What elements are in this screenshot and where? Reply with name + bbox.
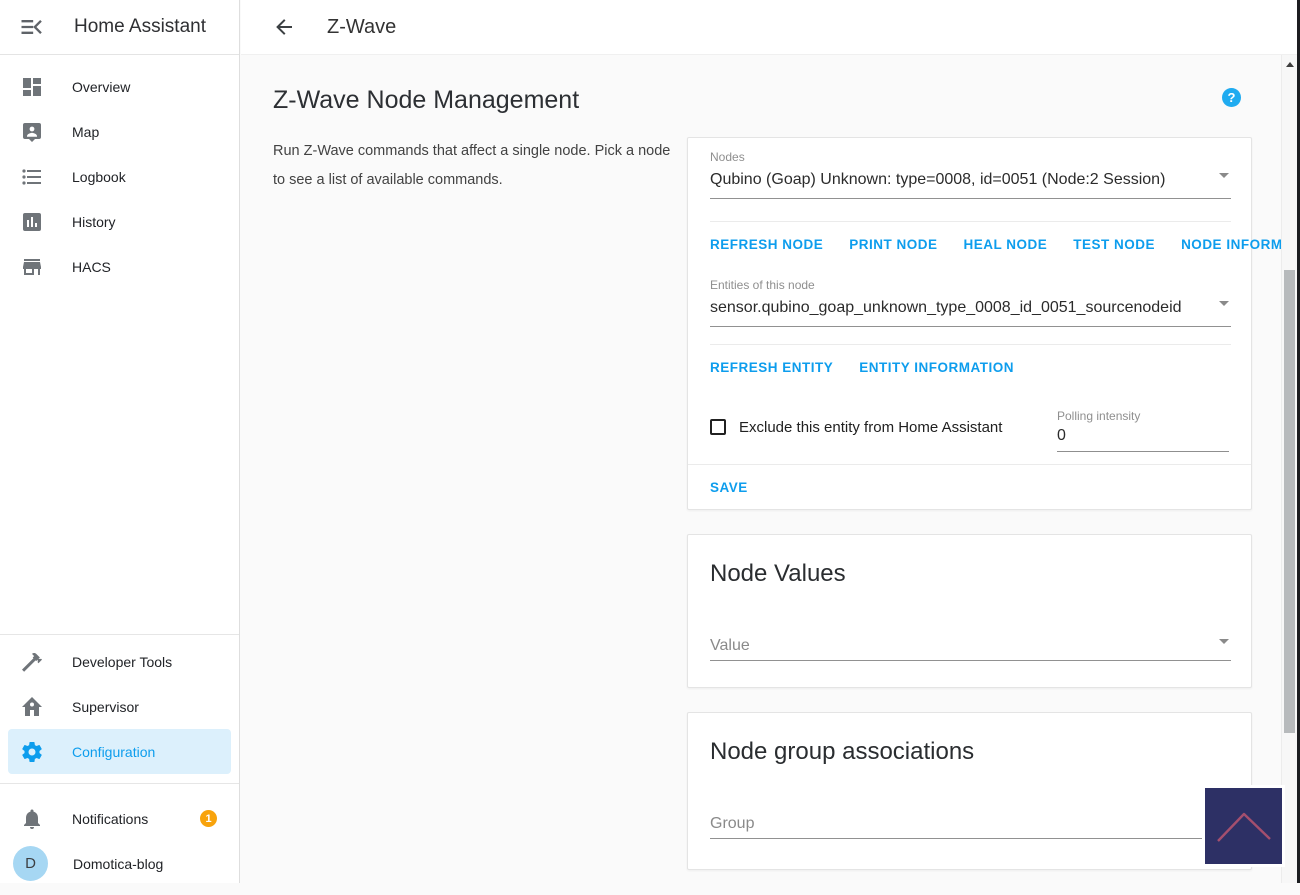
sidebar-item-logbook[interactable]: Logbook [0, 154, 239, 199]
chevron-down-icon [1219, 173, 1229, 178]
refresh-entity-button[interactable]: REFRESH ENTITY [702, 360, 841, 375]
nodes-select[interactable]: Qubino (Goap) Unknown: type=0008, id=005… [710, 165, 1231, 199]
node-management-card: Nodes Qubino (Goap) Unknown: type=0008, … [687, 137, 1281, 510]
node-values-card: Node Values Value [687, 534, 1252, 688]
exclude-entity-checkbox[interactable] [710, 419, 726, 435]
chevron-down-icon [1219, 301, 1229, 306]
chevron-down-icon [1219, 639, 1229, 644]
sidebar-bottom: Developer Tools Supervisor Configuration [0, 634, 239, 895]
heal-node-button[interactable]: HEAL NODE [956, 237, 1056, 252]
node-group-associations-card: Node group associations Group [687, 712, 1252, 870]
group-select[interactable]: Group [710, 809, 1231, 839]
value-select[interactable]: Value [710, 631, 1231, 661]
sidebar-item-map[interactable]: Map [0, 109, 239, 154]
sidebar-item-profile[interactable]: D Domotica-blog [0, 841, 239, 886]
app-bar: Z-Wave [241, 0, 1297, 55]
node-information-button[interactable]: NODE INFORMATION [1173, 237, 1281, 252]
entities-field: Entities of this node sensor.qubino_goap… [688, 266, 1251, 345]
sidebar-item-overview[interactable]: Overview [0, 64, 239, 109]
sidebar-item-configuration[interactable]: Configuration [8, 729, 231, 774]
sidebar-item-supervisor[interactable]: Supervisor [0, 684, 239, 729]
main-content: Z-Wave Node Management ? Run Z-Wave comm… [241, 55, 1281, 883]
back-arrow-icon[interactable] [272, 15, 296, 39]
entities-select[interactable]: sensor.qubino_goap_unknown_type_0008_id_… [710, 293, 1231, 327]
logbook-list-icon [20, 165, 44, 189]
entity-buttons-row: REFRESH ENTITY ENTITY INFORMATION [688, 345, 1251, 389]
exclude-polling-row: Exclude this entity from Home Assistant … [688, 389, 1251, 464]
sidebar-item-developer-tools[interactable]: Developer Tools [0, 639, 239, 684]
sidebar-nav: Overview Map Logbook History HACS [0, 55, 239, 289]
section-intro: Run Z-Wave commands that affect a single… [273, 137, 687, 883]
hammer-icon [20, 650, 44, 674]
history-chart-icon [20, 210, 44, 234]
test-node-button[interactable]: TEST NODE [1065, 237, 1163, 252]
print-node-button[interactable]: PRINT NODE [841, 237, 945, 252]
sidebar-item-history[interactable]: History [0, 199, 239, 244]
save-row: SAVE [688, 465, 1251, 509]
sidebar: Home Assistant Overview Map Logbook Hist… [0, 0, 240, 883]
nodes-label: Nodes [710, 150, 745, 164]
scrollbar-up-arrow[interactable] [1285, 62, 1294, 67]
polling-intensity-label: Polling intensity [1057, 409, 1141, 423]
notification-badge: 1 [200, 810, 217, 827]
dashboard-icon [20, 75, 44, 99]
intro-text: Run Z-Wave commands that affect a single… [273, 143, 671, 188]
node-values-title: Node Values [710, 560, 846, 587]
page-title: Z-Wave Node Management [273, 86, 580, 114]
scrollbar-thumb[interactable] [1284, 270, 1295, 733]
help-icon[interactable]: ? [1222, 88, 1241, 107]
gear-icon [20, 740, 44, 764]
sidebar-item-hacs[interactable]: HACS [0, 244, 239, 289]
sidebar-header: Home Assistant [0, 0, 239, 55]
bell-icon [20, 807, 44, 831]
group-associations-title: Node group associations [710, 738, 975, 765]
vertical-scrollbar[interactable] [1281, 55, 1297, 883]
sidebar-item-notifications[interactable]: Notifications 1 [0, 796, 239, 841]
exclude-entity-label: Exclude this entity from Home Assistant [739, 418, 1003, 436]
map-account-icon [20, 120, 44, 144]
scroll-to-top-wrapper [1202, 785, 1285, 867]
node-buttons-row: REFRESH NODE PRINT NODE HEAL NODE TEST N… [688, 222, 1281, 266]
entities-label: Entities of this node [710, 278, 815, 292]
chevron-up-icon [1205, 788, 1282, 864]
nodes-field: Nodes Qubino (Goap) Unknown: type=0008, … [688, 138, 1251, 222]
avatar: D [13, 846, 48, 881]
entity-information-button[interactable]: ENTITY INFORMATION [851, 360, 1022, 375]
save-button[interactable]: SAVE [702, 480, 756, 495]
sidebar-toggle-icon[interactable] [18, 13, 46, 41]
appbar-title: Z-Wave [327, 15, 397, 38]
scroll-to-top-button[interactable] [1205, 788, 1282, 864]
hacs-store-icon [20, 255, 44, 279]
polling-intensity-input[interactable] [1057, 424, 1229, 452]
app-title: Home Assistant [74, 16, 206, 37]
polling-intensity-field: Polling intensity [1057, 409, 1229, 464]
refresh-node-button[interactable]: REFRESH NODE [702, 237, 831, 252]
supervisor-home-icon [20, 695, 44, 719]
